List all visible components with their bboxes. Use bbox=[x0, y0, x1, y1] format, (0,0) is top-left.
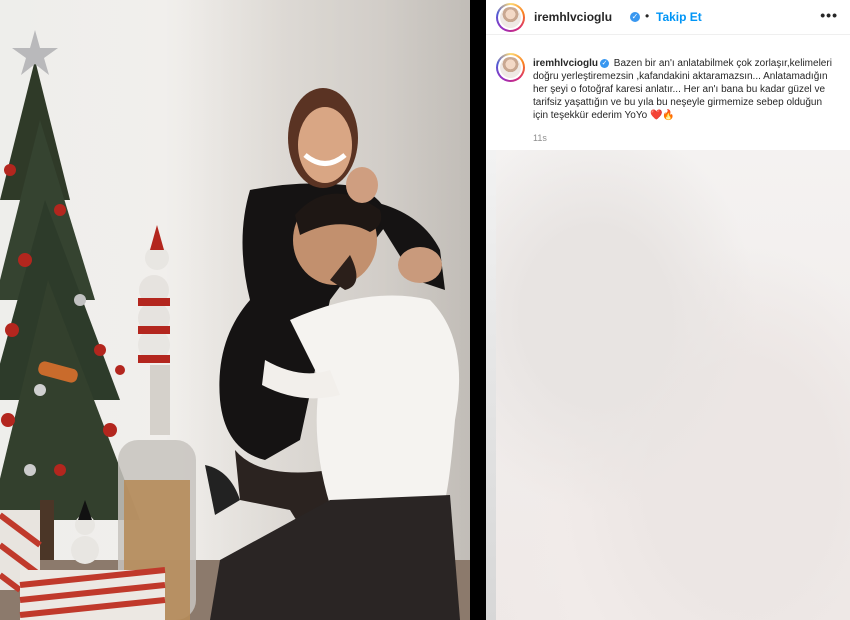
couple-figure bbox=[205, 88, 460, 620]
separator-dot: • bbox=[645, 9, 650, 23]
header-username[interactable]: iremhlvcioglu bbox=[534, 10, 612, 24]
photo-divider bbox=[470, 0, 486, 620]
scrollbar[interactable] bbox=[486, 150, 496, 620]
follow-button[interactable]: Takip Et bbox=[656, 10, 702, 24]
post-side-panel: iremhlvcioglu ✓ • Takip Et ••• iremhlvci… bbox=[486, 0, 850, 620]
verified-badge-icon: ✓ bbox=[630, 12, 640, 22]
blurred-comments-area bbox=[486, 150, 850, 620]
avatar-icon[interactable] bbox=[496, 3, 525, 32]
caption-avatar-image bbox=[500, 57, 521, 78]
post-caption: iremhlvcioglu ✓ Bazen bir an'ı anlatabilm… bbox=[533, 57, 839, 122]
post-header: iremhlvcioglu ✓ • Takip Et ••• bbox=[486, 0, 850, 35]
caption-avatar-icon[interactable] bbox=[496, 53, 525, 82]
caption-emoji: ❤️🔥 bbox=[649, 110, 675, 121]
avatar-image bbox=[500, 7, 521, 28]
more-options-icon[interactable]: ••• bbox=[820, 7, 838, 23]
post-timestamp[interactable]: 11s bbox=[533, 133, 547, 143]
photo-scene bbox=[0, 30, 460, 620]
post-photo[interactable] bbox=[0, 0, 470, 620]
caption-username[interactable]: iremhlvcioglu bbox=[533, 58, 598, 69]
caption-verified-badge-icon: ✓ bbox=[600, 58, 610, 68]
snowman-decoration bbox=[138, 225, 170, 435]
